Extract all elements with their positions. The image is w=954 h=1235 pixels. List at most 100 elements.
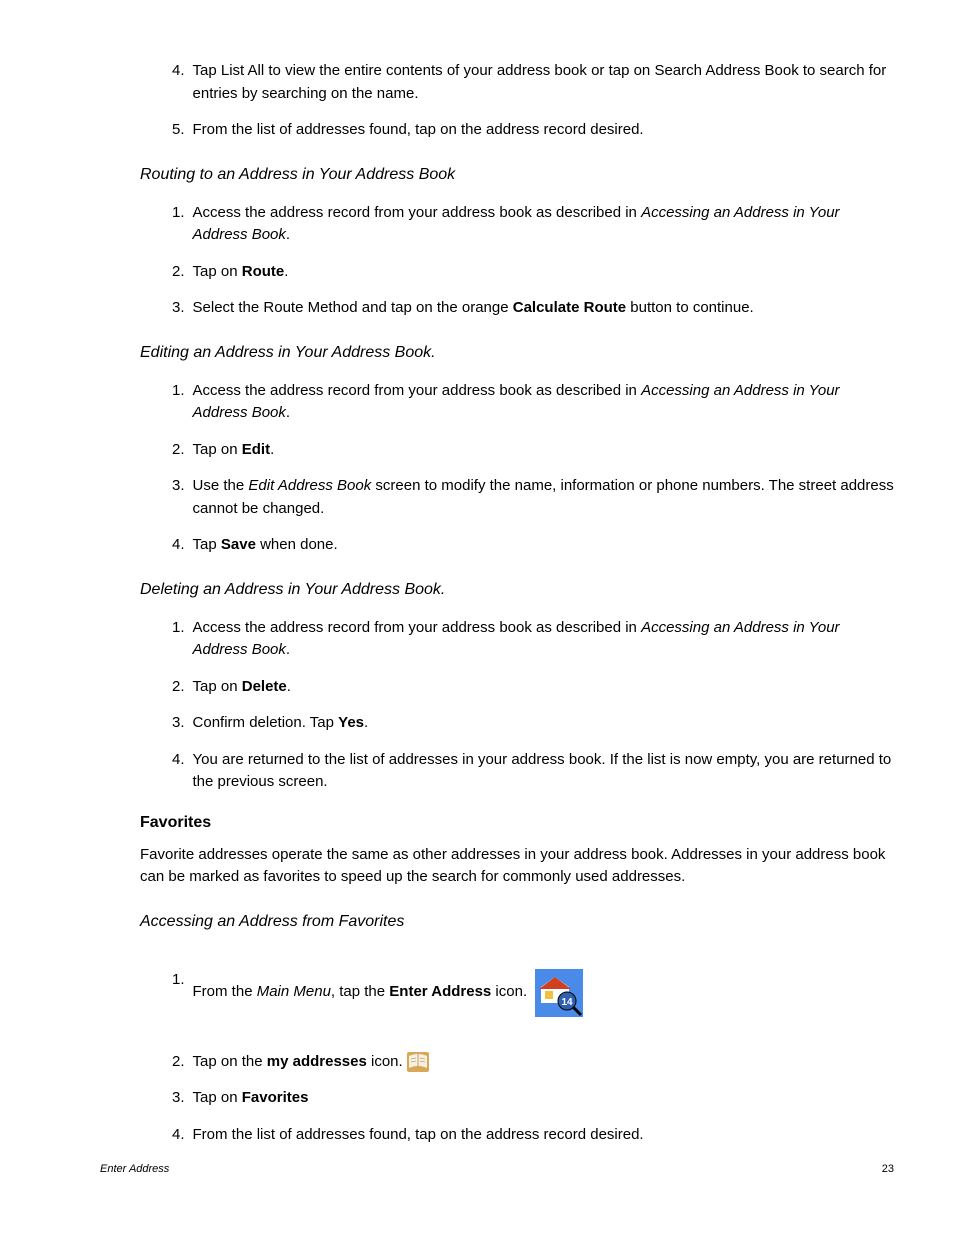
enter-address-icon: 14 xyxy=(535,969,583,1017)
list-item: 1. From the Main Menu, tap the Enter Add… xyxy=(100,969,894,1017)
list-number: 1. xyxy=(100,969,185,1017)
list-number: 4. xyxy=(100,1124,185,1147)
subheading-accessing-favorites: Accessing an Address from Favorites xyxy=(100,913,894,931)
subheading-editing: Editing an Address in Your Address Book. xyxy=(100,344,894,362)
text-span: . xyxy=(364,714,368,731)
bold-text: my addresses xyxy=(267,1053,367,1070)
bold-text: Save xyxy=(221,536,256,553)
spacer xyxy=(100,949,894,969)
list-text: You are returned to the list of addresse… xyxy=(185,749,894,794)
text-span: . xyxy=(286,641,290,658)
heading-favorites: Favorites xyxy=(100,814,894,832)
list-item: 4. Tap Save when done. xyxy=(100,534,894,557)
list-text: Tap List All to view the entire contents… xyxy=(185,60,894,105)
list-item: 4. Tap List All to view the entire conte… xyxy=(100,60,894,105)
bold-text: Delete xyxy=(242,678,287,695)
bold-text: Edit xyxy=(242,441,270,458)
list-text: Tap on Delete. xyxy=(185,676,894,699)
list-item: 3. Select the Route Method and tap on th… xyxy=(100,297,894,320)
list-item: 2. Tap on Edit. xyxy=(100,439,894,462)
text-span: button to continue. xyxy=(626,299,754,316)
list-item: 4. From the list of addresses found, tap… xyxy=(100,1124,894,1147)
list-text: From the Main Menu, tap the Enter Addres… xyxy=(185,969,894,1017)
list-number: 2. xyxy=(100,261,185,284)
list-number: 4. xyxy=(100,60,185,105)
text-span: . xyxy=(287,678,291,695)
text-span: Tap on xyxy=(193,441,242,458)
list-number: 3. xyxy=(100,475,185,520)
list-text: Access the address record from your addr… xyxy=(185,202,894,247)
list-text: Tap on Route. xyxy=(185,261,894,284)
list-number: 3. xyxy=(100,712,185,735)
text-span: . xyxy=(286,226,290,243)
footer-section-name: Enter Address xyxy=(100,1163,169,1175)
list-item: 2. Tap on Delete. xyxy=(100,676,894,699)
list-text: Access the address record from your addr… xyxy=(185,380,894,425)
list-number: 3. xyxy=(100,1087,185,1110)
list-number: 4. xyxy=(100,749,185,794)
text-span: Access the address record from your addr… xyxy=(193,382,642,399)
list-number: 1. xyxy=(100,380,185,425)
list-item: 3. Use the Edit Address Book screen to m… xyxy=(100,475,894,520)
my-addresses-icon xyxy=(407,1052,429,1072)
spacer xyxy=(100,1031,894,1051)
text-span: Access the address record from your addr… xyxy=(193,204,642,221)
list-text: From the list of addresses found, tap on… xyxy=(185,1124,894,1147)
list-number: 4. xyxy=(100,534,185,557)
list-text: Tap on Favorites xyxy=(185,1087,894,1110)
list-item: 3. Confirm deletion. Tap Yes. xyxy=(100,712,894,735)
text-span: Use the xyxy=(193,477,249,494)
text-span: icon. xyxy=(367,1053,403,1070)
list-number: 3. xyxy=(100,297,185,320)
list-number: 2. xyxy=(100,439,185,462)
page-footer: Enter Address 23 xyxy=(100,1163,894,1175)
list-text: Select the Route Method and tap on the o… xyxy=(185,297,894,320)
list-number: 2. xyxy=(100,676,185,699)
italic-text: Main Menu xyxy=(257,983,331,1000)
list-item: 4. You are returned to the list of addre… xyxy=(100,749,894,794)
bold-text: Yes xyxy=(338,714,364,731)
text-span: Tap on xyxy=(193,1089,242,1106)
text-span: , tap the xyxy=(331,983,389,1000)
list-item: 1. Access the address record from your a… xyxy=(100,380,894,425)
list-number: 1. xyxy=(100,202,185,247)
text-span: Select the Route Method and tap on the o… xyxy=(193,299,513,316)
text-span: Tap on the xyxy=(193,1053,267,1070)
bold-text: Favorites xyxy=(242,1089,309,1106)
text-span: Confirm deletion. Tap xyxy=(193,714,339,731)
list-item: 1. Access the address record from your a… xyxy=(100,617,894,662)
list-text: Use the Edit Address Book screen to modi… xyxy=(185,475,894,520)
list-text: Access the address record from your addr… xyxy=(185,617,894,662)
list-item: 2. Tap on Route. xyxy=(100,261,894,284)
page-content: 4. Tap List All to view the entire conte… xyxy=(100,60,894,1146)
list-item: 3. Tap on Favorites xyxy=(100,1087,894,1110)
list-text: Confirm deletion. Tap Yes. xyxy=(185,712,894,735)
list-text: Tap Save when done. xyxy=(185,534,894,557)
subheading-deleting: Deleting an Address in Your Address Book… xyxy=(100,581,894,599)
subheading-routing: Routing to an Address in Your Address Bo… xyxy=(100,166,894,184)
list-item: 5. From the list of addresses found, tap… xyxy=(100,119,894,142)
text-span: From the xyxy=(193,983,257,1000)
text-span: Tap on xyxy=(193,678,242,695)
list-text: Tap on Edit. xyxy=(185,439,894,462)
bold-text: Enter Address xyxy=(389,983,491,1000)
bold-text: Calculate Route xyxy=(513,299,626,316)
list-text: Tap on the my addresses icon. xyxy=(185,1051,894,1074)
list-number: 5. xyxy=(100,119,185,142)
text-span: icon. xyxy=(491,983,527,1000)
text-span: when done. xyxy=(256,536,338,553)
text-span: Tap xyxy=(193,536,221,553)
list-item: 2. Tap on the my addresses icon. xyxy=(100,1051,894,1074)
page-number: 23 xyxy=(882,1163,894,1175)
text-span: Access the address record from your addr… xyxy=(193,619,642,636)
list-number: 1. xyxy=(100,617,185,662)
text-span: . xyxy=(284,263,288,280)
paragraph-favorites: Favorite addresses operate the same as o… xyxy=(100,844,894,889)
svg-text:14: 14 xyxy=(562,997,574,1008)
text-span: . xyxy=(270,441,274,458)
text-span: Tap on xyxy=(193,263,242,280)
italic-text: Edit Address Book xyxy=(248,477,371,494)
list-text: From the list of addresses found, tap on… xyxy=(185,119,894,142)
list-number: 2. xyxy=(100,1051,185,1074)
list-item: 1. Access the address record from your a… xyxy=(100,202,894,247)
